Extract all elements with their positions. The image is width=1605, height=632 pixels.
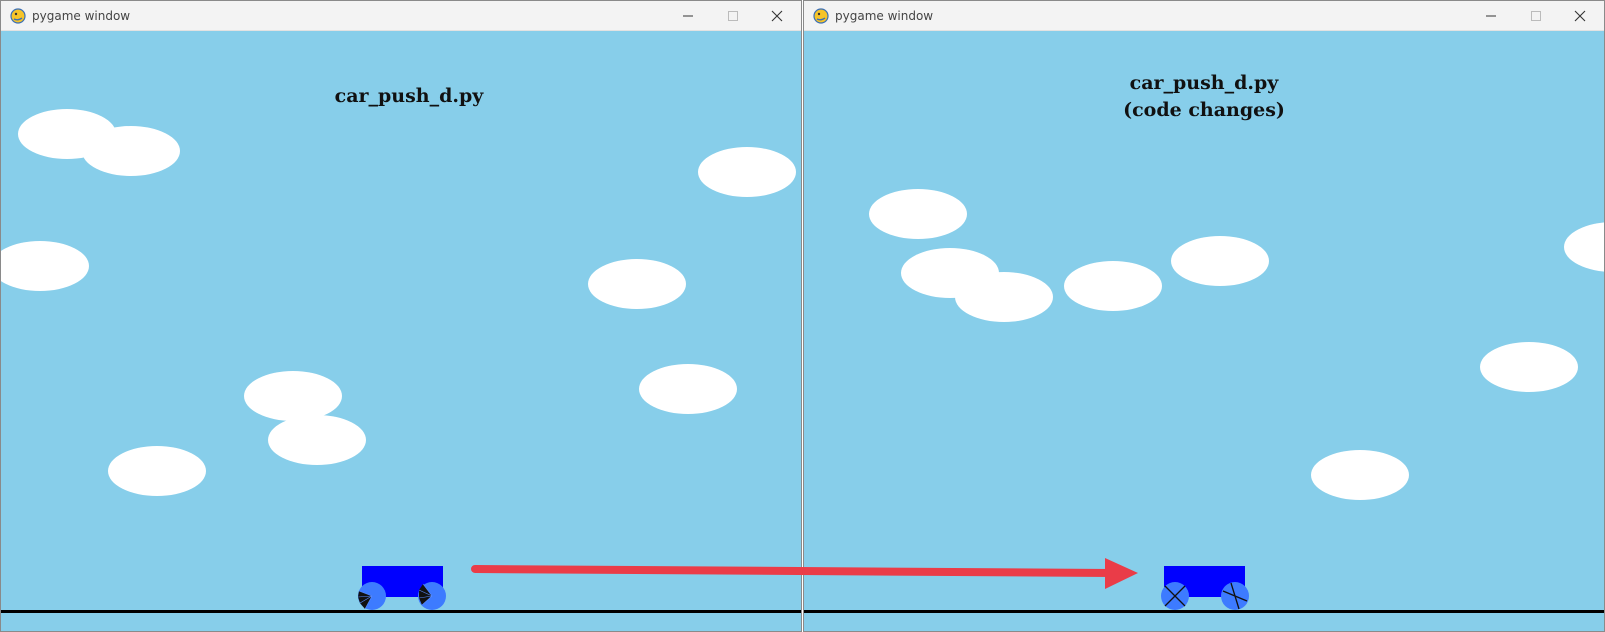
minimize-icon [683,15,693,17]
ground-line [1,610,801,613]
cloud [1311,450,1409,500]
cloud [1171,236,1269,286]
pygame-window-right[interactable]: pygame window car_push_d.py (code change… [803,0,1605,632]
window-title: pygame window [835,9,934,23]
cloud [955,272,1053,322]
window-title: pygame window [32,9,131,23]
pygame-snake-icon [813,8,829,24]
cloud [82,126,180,176]
caption-line: car_push_d.py [1129,72,1279,94]
script-caption: car_push_d.py [309,83,509,110]
game-canvas[interactable]: car_push_d.py [1,31,801,631]
car-wheel [1221,582,1249,610]
script-caption: car_push_d.py (code changes) [1104,70,1304,124]
cloud [1480,342,1578,392]
cloud [1064,261,1162,311]
close-button[interactable] [1558,1,1602,31]
close-button[interactable] [755,1,799,31]
game-canvas[interactable]: car_push_d.py (code changes) [804,31,1604,631]
close-icon [1574,10,1586,22]
caption-line: (code changes) [1123,99,1285,121]
maximize-button[interactable] [711,1,755,31]
maximize-button[interactable] [1514,1,1558,31]
cloud [869,189,967,239]
car-wheel [357,582,386,610]
maximize-icon [1531,11,1541,21]
maximize-icon [728,11,738,21]
title-bar[interactable]: pygame window [1,1,801,31]
title-bar[interactable]: pygame window [804,1,1604,31]
cloud [698,147,796,197]
cloud [639,364,737,414]
minimize-button[interactable] [1469,1,1513,31]
cloud [1,241,89,291]
car-wheel [1161,582,1189,610]
cloud [244,371,342,421]
cloud [108,446,206,496]
pygame-window-left[interactable]: pygame window car_push_d.py [0,0,802,632]
cloud [268,415,366,465]
minimize-icon [1486,15,1496,17]
cloud [1564,222,1604,272]
caption-line: car_push_d.py [334,85,484,107]
close-icon [771,10,783,22]
pygame-snake-icon [10,8,26,24]
ground-line [804,610,1604,613]
car-wheel [418,582,446,610]
minimize-button[interactable] [666,1,710,31]
cloud [588,259,686,309]
